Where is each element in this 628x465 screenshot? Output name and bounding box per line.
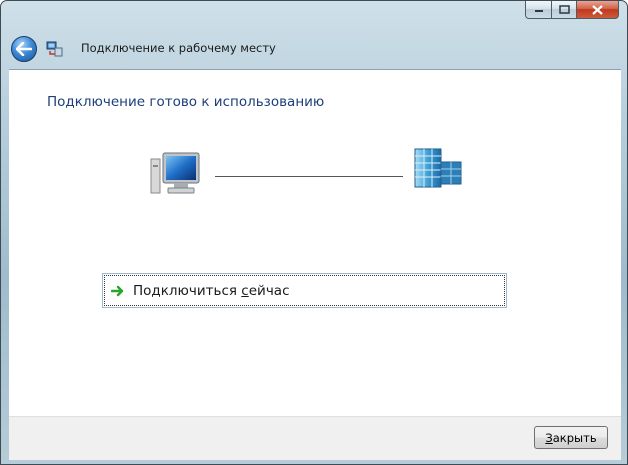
computer-icon <box>150 152 200 194</box>
connect-now-option[interactable]: Подключиться сейчас <box>102 273 507 308</box>
wizard-footer: Закрыть <box>9 416 621 460</box>
minimize-button[interactable] <box>525 1 551 19</box>
connection-line <box>215 176 403 177</box>
green-arrow-icon <box>111 285 124 297</box>
window-close-button[interactable] <box>576 1 619 19</box>
page-heading: Подключение готово к использованию <box>47 94 325 110</box>
caption-buttons <box>525 1 619 20</box>
connect-now-label: Подключиться сейчас <box>133 283 290 299</box>
minimize-icon <box>534 9 543 12</box>
maximize-icon <box>558 5 570 14</box>
back-arrow-icon <box>16 42 32 56</box>
wizard-header: Подключение к рабочему месту <box>8 31 622 68</box>
workplace-server-icon <box>414 148 462 188</box>
close-icon <box>592 4 603 15</box>
back-button[interactable] <box>11 36 37 62</box>
close-button[interactable]: Закрыть <box>534 426 608 449</box>
wizard-title: Подключение к рабочему месту <box>81 41 276 55</box>
content-panel: Подключение готово к использованию Подкл… <box>9 69 621 417</box>
network-wizard-icon <box>46 41 63 57</box>
wizard-window: Подключение к рабочему месту Подключение… <box>0 0 628 465</box>
maximize-button[interactable] <box>551 1 576 19</box>
